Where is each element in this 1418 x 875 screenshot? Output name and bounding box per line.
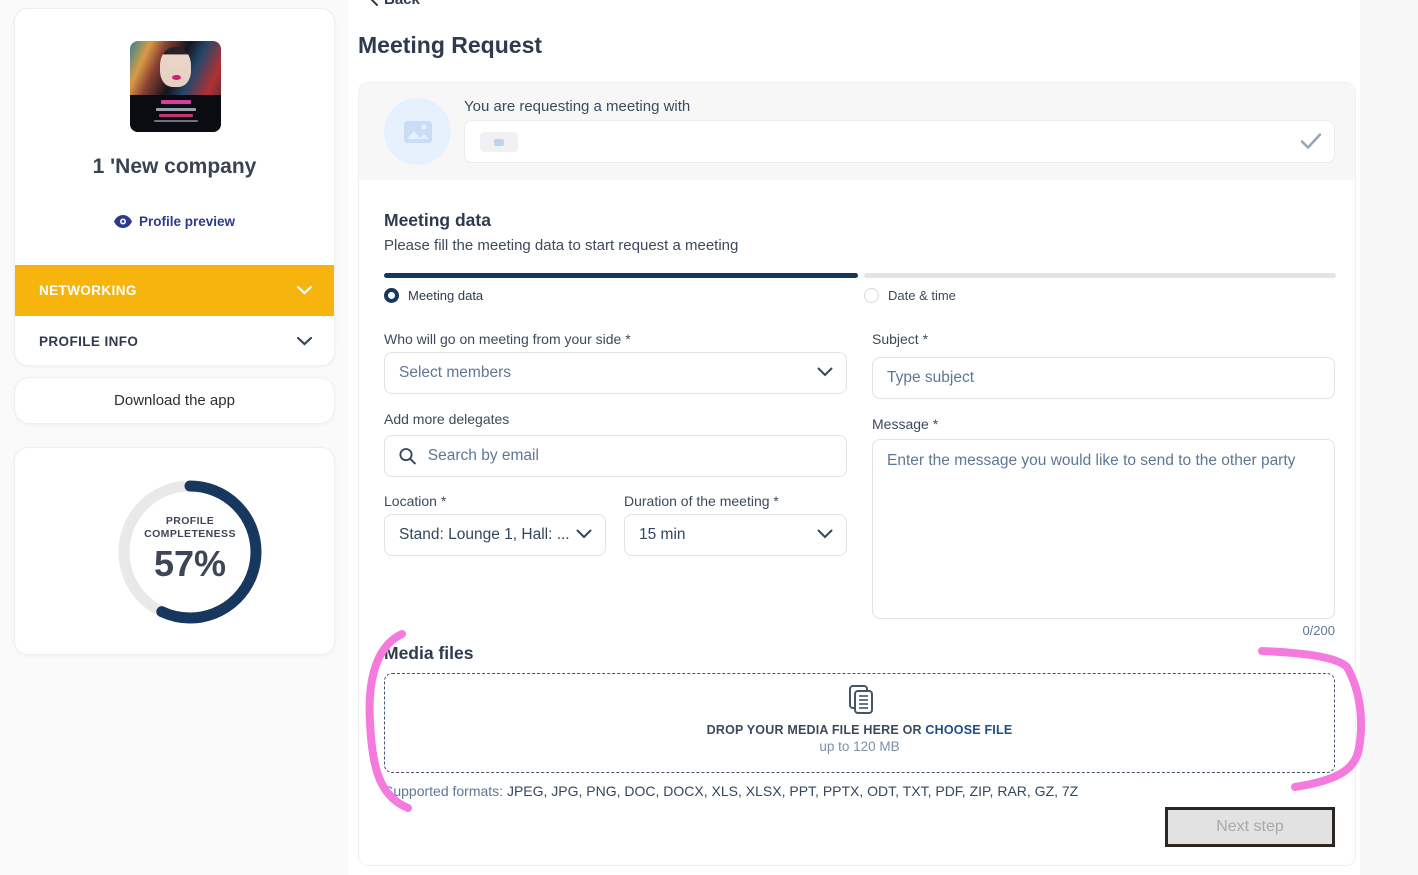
step-meeting-data-label: Meeting data	[408, 288, 483, 303]
step-date-time-label: Date & time	[888, 288, 956, 303]
profile-completeness-card: PROFILE COMPLETENESS 57%	[14, 447, 335, 655]
meeting-request-card: You are requesting a meeting with Meetin…	[358, 82, 1356, 866]
recipient-placeholder-chip	[480, 132, 518, 152]
delegates-search-input[interactable]	[428, 436, 832, 476]
subject-label: Subject *	[872, 331, 928, 347]
step-bar-date-time	[864, 273, 1336, 278]
profile-preview-link[interactable]: Profile preview	[15, 214, 334, 229]
subject-field	[872, 357, 1335, 399]
page: 1 'New company Profile preview NETWORKIN…	[0, 0, 1418, 875]
profile-info-label: PROFILE INFO	[39, 334, 138, 349]
next-step-button[interactable]: Next step	[1165, 807, 1335, 847]
recipient-avatar	[384, 98, 451, 165]
sidebar-item-networking[interactable]: NETWORKING	[15, 265, 335, 316]
dropzone-size-limit: up to 120 MB	[385, 739, 1334, 754]
search-icon	[399, 447, 416, 465]
subject-input[interactable]	[887, 358, 1320, 398]
logo-text-band	[130, 95, 221, 132]
completeness-ring: PROFILE COMPLETENESS 57%	[113, 475, 267, 629]
sidebar-item-profile-info[interactable]: PROFILE INFO	[15, 316, 335, 366]
eye-icon	[114, 215, 132, 228]
requesting-with-label: You are requesting a meeting with	[464, 98, 690, 115]
message-input[interactable]	[887, 452, 1320, 606]
members-value: Select members	[399, 364, 511, 382]
chevron-left-icon	[370, 0, 378, 6]
location-label: Location *	[384, 493, 446, 509]
download-app-label: Download the app	[114, 392, 235, 409]
recipient-banner: You are requesting a meeting with	[359, 83, 1355, 180]
logo-lips-art	[172, 75, 181, 80]
chevron-down-icon	[576, 529, 592, 539]
meeting-data-subtitle: Please fill the meeting data to start re…	[384, 237, 738, 254]
download-app-button[interactable]: Download the app	[14, 377, 335, 424]
completeness-value: 57%	[113, 543, 267, 585]
chevron-down-icon	[297, 337, 312, 346]
location-value: Stand: Lounge 1, Hall: ...	[399, 526, 570, 544]
profile-preview-label: Profile preview	[139, 214, 235, 229]
logo-face-art	[160, 47, 191, 87]
step-meeting-data[interactable]: Meeting data	[384, 288, 483, 303]
message-label: Message *	[872, 416, 938, 432]
chevron-down-icon	[817, 529, 833, 539]
choose-file-link[interactable]: CHOOSE FILE	[925, 723, 1012, 737]
step-date-time[interactable]: Date & time	[864, 288, 956, 303]
company-logo-image	[130, 41, 221, 132]
duration-value: 15 min	[639, 526, 686, 544]
members-select[interactable]: Select members	[384, 352, 847, 394]
back-button[interactable]: Back	[370, 0, 420, 8]
duration-label: Duration of the meeting *	[624, 493, 779, 509]
delegates-search-field	[384, 435, 847, 477]
chevron-down-icon	[817, 367, 833, 377]
page-title: Meeting Request	[358, 32, 542, 59]
dropzone-text: DROP YOUR MEDIA FILE HERE OR CHOOSE FILE	[385, 723, 1334, 737]
duration-select[interactable]: 15 min	[624, 514, 847, 556]
radio-off-icon	[864, 288, 879, 303]
media-files-title: Media files	[384, 643, 473, 664]
delegates-label: Add more delegates	[384, 411, 509, 427]
message-field	[872, 439, 1335, 619]
message-char-counter: 0/200	[872, 623, 1335, 638]
checkmark-icon	[1300, 132, 1322, 150]
image-placeholder-icon	[403, 120, 433, 144]
right-rail-background	[1360, 0, 1418, 875]
documents-icon	[385, 684, 1334, 721]
radio-on-icon	[384, 288, 399, 303]
supported-formats: Supported formats: JPEG, JPG, PNG, DOC, …	[384, 783, 1078, 799]
media-dropzone[interactable]: DROP YOUR MEDIA FILE HERE OR CHOOSE FILE…	[384, 673, 1335, 773]
members-label: Who will go on meeting from your side *	[384, 331, 631, 347]
step-bar-meeting-data	[384, 273, 858, 278]
networking-label: NETWORKING	[39, 283, 137, 298]
meeting-data-title: Meeting data	[384, 210, 491, 231]
back-label: Back	[384, 0, 420, 8]
company-profile-card: 1 'New company Profile preview NETWORKIN…	[14, 8, 335, 366]
chevron-down-icon	[297, 286, 312, 295]
completeness-label: PROFILE COMPLETENESS	[113, 515, 267, 541]
company-name: 1 'New company	[15, 155, 334, 179]
location-select[interactable]: Stand: Lounge 1, Hall: ...	[384, 514, 606, 556]
recipient-field[interactable]	[464, 120, 1335, 163]
